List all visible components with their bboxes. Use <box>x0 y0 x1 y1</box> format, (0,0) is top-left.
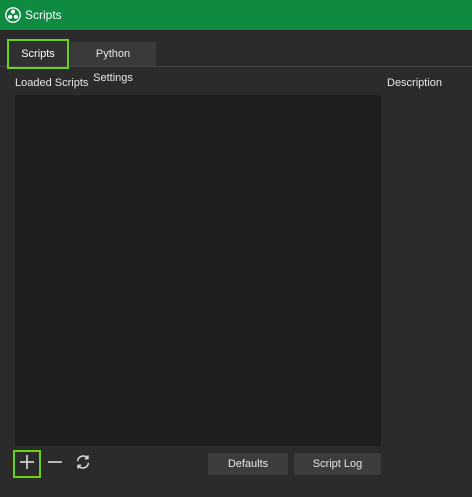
remove-script-button[interactable] <box>44 452 66 474</box>
script-log-button[interactable]: Script Log <box>294 453 381 475</box>
tab-scripts[interactable]: Scripts <box>9 42 67 66</box>
tab-python-settings[interactable]: Python Settings <box>70 42 156 84</box>
scripts-list[interactable] <box>15 95 381 446</box>
reload-scripts-button[interactable] <box>72 452 94 474</box>
tab-divider <box>0 66 472 67</box>
reload-icon <box>74 453 92 474</box>
plus-icon <box>18 453 36 474</box>
minus-icon <box>46 453 64 474</box>
obs-logo-icon <box>5 7 21 23</box>
window-title: Scripts <box>25 8 62 22</box>
defaults-button[interactable]: Defaults <box>208 453 288 475</box>
loaded-scripts-label: Loaded Scripts <box>15 77 89 89</box>
title-bar: Scripts <box>0 0 472 30</box>
description-label: Description <box>387 77 443 89</box>
add-script-button[interactable] <box>16 452 38 474</box>
